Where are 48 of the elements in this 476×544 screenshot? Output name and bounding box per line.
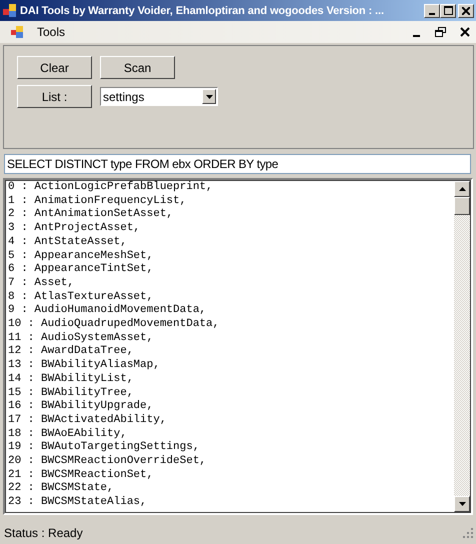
output-line: 15 : BWAbilityTree,	[8, 386, 134, 400]
maximize-button[interactable]	[440, 4, 456, 18]
window-title: DAI Tools by Warranty Voider, Ehamloptiran and wogoodes Version : ...	[20, 4, 385, 16]
close-button[interactable]	[458, 4, 474, 18]
status-text: Status : Ready	[4, 526, 83, 540]
vertical-scrollbar[interactable]	[454, 181, 470, 512]
output-line: 16 : BWAbilityUpgrade,	[8, 400, 154, 414]
minimize-button[interactable]	[424, 4, 440, 18]
output-line: 20 : BWCSMReactionOverrideSet,	[8, 455, 208, 469]
resize-grip-icon[interactable]	[463, 528, 473, 538]
output-line: 21 : BWCSMReactionSet,	[8, 468, 154, 482]
scan-button[interactable]: Scan	[100, 56, 175, 79]
output-line: 18 : BWAoEAbility,	[8, 428, 128, 441]
clear-button[interactable]: Clear	[17, 56, 92, 79]
close-icon	[462, 6, 470, 14]
output-line: 22 : BWCSMState,	[8, 482, 115, 496]
output-line: 12 : AwardDataTree,	[8, 345, 134, 359]
scroll-down-icon[interactable]	[454, 496, 470, 512]
minimize-icon	[429, 12, 435, 14]
output-line: 9 : AudioHumanoidMovementData,	[8, 304, 208, 318]
output-line: 8 : AtlasTextureAsset,	[8, 290, 154, 304]
output-line: 2 : AntAnimationSetAsset,	[8, 208, 174, 222]
output-line: 10 : AudioQuadrupedMovementData,	[8, 318, 220, 332]
restore-icon[interactable]	[435, 27, 446, 37]
output-line: 13 : BWAbilityAliasMap,	[8, 359, 161, 373]
output-line: 19 : BWAutoTargetingSettings,	[8, 441, 200, 455]
query-field[interactable]: SELECT DISTINCT type FROM ebx ORDER BY type	[4, 154, 471, 174]
output-line: 1 : AnimationFrequencyList,	[8, 194, 188, 208]
list-button[interactable]: List :	[17, 85, 92, 108]
scroll-thumb[interactable]	[454, 197, 470, 215]
close-icon[interactable]	[460, 27, 470, 37]
output-line: 17 : BWActivatedAbility,	[8, 414, 168, 428]
output-textarea[interactable]	[3, 178, 473, 515]
output-line: 11 : AudioSystemAsset,	[8, 332, 154, 345]
app-icon	[3, 4, 17, 18]
output-line: 6 : AppearanceTintSet,	[8, 263, 154, 277]
settings-dropdown[interactable]: settings	[100, 87, 218, 106]
scroll-up-icon[interactable]	[454, 181, 470, 197]
menu-item[interactable]: Tools	[37, 25, 66, 39]
output-line: 5 : AppearanceMeshSet,	[8, 250, 154, 263]
output-line: 0 : ActionLogicPrefabBlueprint,	[8, 181, 214, 195]
app-icon	[11, 26, 25, 38]
output-line: 3 : AntProjectAsset,	[8, 222, 142, 236]
output-line: 4 : AntStateAsset,	[8, 236, 128, 250]
output-line: 23 : BWCSMStateAlias,	[8, 496, 148, 510]
output-line: 7 : Asset,	[8, 276, 76, 291]
output-line: 14 : BWAbilityList,	[8, 372, 134, 387]
maximize-icon	[444, 6, 452, 15]
